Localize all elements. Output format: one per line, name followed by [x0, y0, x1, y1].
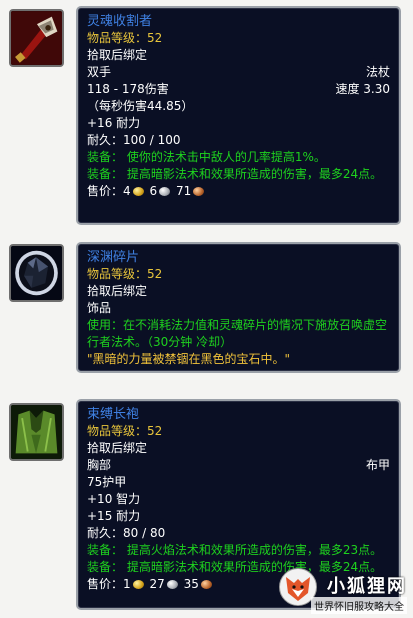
sell-label: 售价： — [87, 577, 124, 591]
bind-type: 拾取后绑定 — [87, 441, 148, 455]
flavor-text: "黑暗的力量被禁锢在黑色的宝石中。" — [87, 352, 291, 366]
slot-row: 双手 法杖 — [87, 64, 390, 81]
copper-amount: 35 — [183, 577, 199, 591]
speed: 速度 3.30 — [335, 82, 390, 96]
item-tooltip-soul-harvester[interactable]: 灵魂收割者 物品等级：52 拾取后绑定 双手 法杖 118 - 178伤害 速度… — [76, 6, 401, 225]
stat-stamina: +16 耐力 — [87, 116, 141, 130]
copper-coin-icon — [200, 580, 212, 589]
silver-amount: 27 — [149, 577, 165, 591]
item-name: 深渊碎片 — [87, 250, 140, 265]
equip-effect-fire: 装备： 提高火焰法术和效果所造成的伤害，最多23点。 — [87, 543, 383, 557]
watermark-brand: 小狐狸网 — [327, 576, 407, 597]
item-level: 物品等级：52 — [87, 424, 163, 438]
robe-icon — [9, 403, 64, 461]
copper-amount: 71 — [175, 184, 192, 198]
silver-amount: 6 — [149, 184, 158, 198]
dps: （每秒伤害44.85） — [87, 99, 194, 113]
item-level: 物品等级：52 — [87, 267, 163, 281]
bind-type: 拾取后绑定 — [87, 284, 148, 298]
durability: 耐久：100 / 100 — [87, 133, 181, 147]
stat-stamina: +15 耐力 — [87, 509, 141, 523]
gold-coin-icon — [132, 187, 144, 196]
item-name: 灵魂收割者 — [87, 14, 153, 29]
copper-coin-icon — [193, 187, 205, 196]
stat-intellect: +10 智力 — [87, 492, 141, 506]
item-level: 物品等级：52 — [87, 31, 163, 45]
item-type: 布甲 — [365, 458, 390, 472]
equip-effect-hit: 装备： 使你的法术击中敌人的几率提高1%。 — [87, 150, 326, 164]
damage-row: 118 - 178伤害 速度 3.30 — [87, 81, 390, 98]
bind-type: 拾取后绑定 — [87, 48, 148, 62]
item-tooltip-abyss-shard[interactable]: 深渊碎片 物品等级：52 拾取后绑定 饰品 使用：在不消耗法力值和灵魂碎片的情况… — [76, 242, 401, 373]
sell-label: 售价： — [87, 184, 124, 198]
silver-coin-icon — [159, 187, 171, 196]
slot-row: 胸部 布甲 — [87, 457, 390, 474]
gold-amount: 1 — [123, 577, 131, 591]
slot: 胸部 — [87, 458, 112, 472]
gem-icon — [9, 244, 64, 302]
use-effect: 使用：在不消耗法力值和灵魂碎片的情况下施放召唤虚空行者法术。（30分钟 冷却） — [87, 318, 388, 349]
sell-price: 售价：4 6 71 — [87, 183, 390, 200]
slot: 饰品 — [87, 301, 112, 315]
damage: 118 - 178伤害 — [87, 82, 169, 96]
item-type: 法杖 — [365, 65, 390, 79]
silver-coin-icon — [166, 580, 178, 589]
gold-coin-icon — [132, 580, 144, 589]
gold-amount: 4 — [123, 184, 131, 198]
sword-axe-icon — [9, 9, 64, 67]
watermark-caption: 世界怀旧服攻略大全 — [311, 597, 407, 614]
slot: 双手 — [87, 65, 112, 79]
durability: 耐久：80 / 80 — [87, 526, 166, 540]
equip-effect-shadow: 装备： 提高暗影法术和效果所造成的伤害，最多24点。 — [87, 167, 383, 181]
armor: 75护甲 — [87, 475, 127, 489]
item-name: 束缚长袍 — [87, 407, 140, 422]
